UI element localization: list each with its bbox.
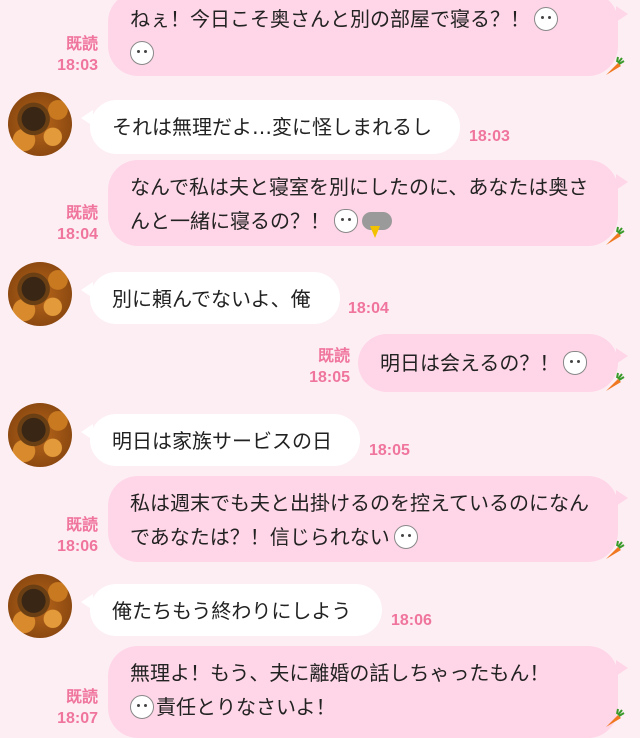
- timestamp: 18:06: [57, 538, 98, 555]
- message-text: 俺たちもう終わりにしよう: [112, 599, 352, 623]
- message-meta: 既読 18:03: [48, 34, 98, 76]
- sender-avatar[interactable]: [8, 92, 72, 156]
- message-meta: 既読 18:06: [48, 515, 98, 557]
- message-bubble-incoming[interactable]: 別に頼んでないよ、俺: [81, 272, 340, 324]
- timestamp: 18:07: [57, 710, 98, 727]
- carrot-icon: [606, 226, 625, 245]
- frustrated-face-icon: [130, 695, 154, 719]
- read-receipt: 既読: [65, 205, 98, 222]
- timestamp: 18:03: [57, 57, 98, 74]
- carrot-icon: [606, 540, 625, 559]
- message-text: それは無理だよ…変に怪しまれるし: [112, 115, 432, 139]
- message-bubble-outgoing[interactable]: 私は週末でも夫と出掛けるのを控えているのになんであなたは？！信じられない: [108, 476, 628, 562]
- timestamp: 18:05: [309, 369, 350, 386]
- message-bubble-outgoing[interactable]: ねぇ！今日こそ奥さんと別の部屋で寝る？！: [108, 0, 628, 76]
- read-receipt: 既読: [65, 36, 98, 53]
- frustrated-face-icon: [393, 525, 418, 549]
- message-text: ねぇ！今日こそ奥さんと別の部屋で寝る？！: [130, 7, 530, 31]
- angry-bunny-icon: [334, 209, 358, 233]
- timestamp: 18:04: [348, 300, 389, 317]
- timestamp: 18:05: [369, 442, 410, 459]
- screaming-face-icon: [130, 41, 154, 65]
- timestamp: 18:04: [57, 226, 98, 243]
- timestamp: 18:03: [469, 128, 510, 145]
- chat-area: ねぇ！今日こそ奥さんと別の部屋で寝る？！ 既読 18:03 それは無理だよ…変に…: [0, 0, 640, 738]
- bunny-face-icon: [563, 351, 588, 375]
- message-meta: 既読 18:04: [48, 203, 98, 245]
- read-receipt: 既読: [65, 689, 98, 706]
- message-text: 私は週末でも夫と出掛けるのを控えているのになんであなたは？！信じられない: [130, 491, 589, 549]
- sender-avatar[interactable]: [8, 403, 72, 467]
- message-bubble-incoming[interactable]: それは無理だよ…変に怪しまれるし: [81, 100, 460, 154]
- timestamp: 18:06: [391, 612, 432, 629]
- message-text: なんで私は夫と寝室を別にしたのに、あなたは奥さんと一緒に寝るの？！: [130, 175, 589, 233]
- message-text: 明日は家族サービスの日: [112, 429, 332, 453]
- message-meta: 既読 18:05: [298, 346, 350, 388]
- crying-face-icon: [534, 7, 558, 31]
- message-meta: 既読 18:07: [48, 687, 98, 729]
- message-text: 別に頼んでないよ、俺: [112, 287, 311, 311]
- message-bubble-outgoing[interactable]: なんで私は夫と寝室を別にしたのに、あなたは奥さんと一緒に寝るの？！: [108, 160, 628, 246]
- message-text: 責任とりなさいよ！: [156, 695, 336, 719]
- read-receipt: 既読: [317, 348, 350, 365]
- message-bubble-incoming[interactable]: 俺たちもう終わりにしよう: [81, 584, 382, 636]
- sender-avatar[interactable]: [8, 574, 72, 638]
- sender-avatar[interactable]: [8, 262, 72, 326]
- message-bubble-outgoing[interactable]: 明日は会えるの？！: [358, 334, 628, 392]
- message-text: 明日は会えるの？！: [380, 351, 560, 375]
- read-receipt: 既読: [65, 517, 98, 534]
- carrot-icon: [606, 708, 625, 727]
- message-text: 無理よ！もう、夫に離婚の話しちゃったもん！: [130, 661, 550, 685]
- carrot-icon: [606, 372, 625, 391]
- message-bubble-outgoing[interactable]: 無理よ！もう、夫に離婚の話しちゃったもん！ 責任とりなさいよ！: [108, 646, 628, 738]
- thundercloud-icon: [362, 212, 392, 238]
- message-bubble-incoming[interactable]: 明日は家族サービスの日: [81, 414, 360, 466]
- carrot-icon: [606, 56, 625, 75]
